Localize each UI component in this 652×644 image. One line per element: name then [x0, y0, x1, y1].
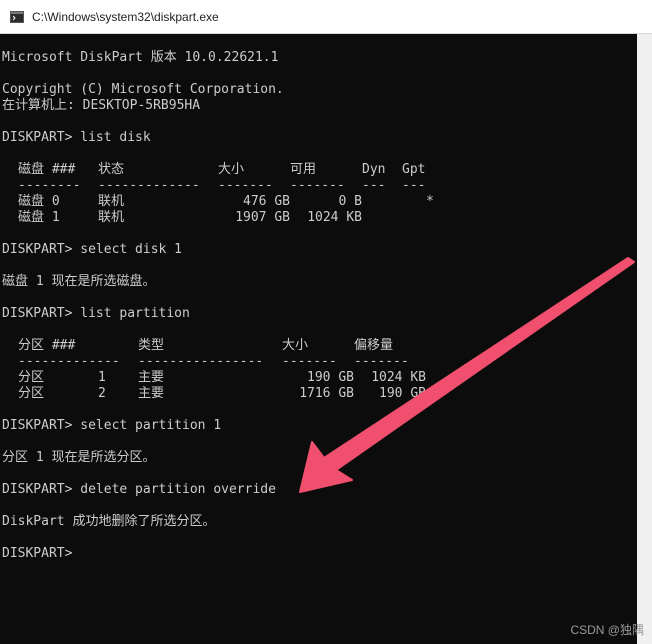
disk-row-status: 联机 [98, 210, 125, 225]
command-select-partition: DISKPART> select partition 1 [2, 418, 222, 433]
title-bar[interactable]: C:\Windows\system32\diskpart.exe [0, 0, 652, 34]
version-line: Microsoft DiskPart 版本 10.0.22621.1 [2, 50, 279, 65]
partition-header-size: 大小 [282, 338, 309, 353]
partition-header-offset: 偏移量 [354, 338, 394, 353]
disk-header-free: 可用 [290, 162, 317, 177]
partition-separator: ---------------- [138, 354, 264, 369]
select-disk-result: 磁盘 1 现在是所选磁盘。 [2, 274, 156, 289]
watermark: CSDN @独隅 [570, 623, 644, 637]
disk-header-disk: 磁盘 ### [18, 162, 76, 177]
disk-separator: ------- [290, 178, 345, 193]
disk-header-status: 状态 [98, 162, 125, 177]
vertical-scrollbar[interactable] [637, 34, 652, 644]
copyright-line: Copyright (C) Microsoft Corporation. [2, 82, 284, 97]
disk-row-gpt: * [426, 194, 434, 209]
partition-separator: ------- [282, 354, 337, 369]
partition-row-name: 分区 [18, 386, 45, 401]
partition-separator: ------- [354, 354, 409, 369]
window-title: C:\Windows\system32\diskpart.exe [32, 9, 219, 24]
partition-row-offset: 1024 KB [371, 370, 426, 385]
command-select-disk: DISKPART> select disk 1 [2, 242, 183, 257]
disk-row-name: 磁盘 1 [18, 210, 60, 225]
disk-header-dyn: Dyn [362, 162, 386, 177]
partition-header-name: 分区 ### [18, 338, 76, 353]
disk-row-status: 联机 [98, 194, 125, 209]
command-prompt[interactable]: DISKPART> [2, 546, 72, 562]
disk-row-free: 1024 KB [307, 210, 362, 225]
partition-row-num: 2 [98, 386, 106, 401]
disk-header-size: 大小 [218, 162, 245, 177]
delete-result: DiskPart 成功地删除了所选分区。 [2, 514, 216, 529]
partition-row-type: 主要 [138, 370, 165, 385]
disk-separator: ------- [218, 178, 273, 193]
command-list-disk: DISKPART> list disk [2, 130, 151, 145]
disk-separator: -------- [18, 178, 81, 193]
select-partition-result: 分区 1 现在是所选分区。 [2, 450, 156, 465]
disk-separator: ------------- [98, 178, 200, 193]
partition-header-type: 类型 [138, 338, 165, 353]
disk-separator: --- [362, 178, 386, 193]
disk-row-name: 磁盘 0 [18, 194, 60, 209]
partition-row-size: 1716 GB [299, 386, 354, 401]
console-icon [10, 10, 24, 24]
partition-row-offset: 190 GB [379, 386, 426, 401]
console-output[interactable]: Microsoft DiskPart 版本 10.0.22621.1 Copyr… [0, 34, 637, 644]
partition-separator: ------------- [18, 354, 120, 369]
disk-row-size: 1907 GB [235, 210, 290, 225]
disk-separator: --- [402, 178, 426, 193]
partition-row-type: 主要 [138, 386, 165, 401]
partition-row-num: 1 [98, 370, 106, 385]
disk-header-gpt: Gpt [402, 162, 426, 177]
disk-row-free: 0 B [338, 194, 362, 209]
disk-row-size: 476 GB [243, 194, 290, 209]
partition-row-size: 190 GB [307, 370, 354, 385]
partition-row-name: 分区 [18, 370, 45, 385]
command-list-partition: DISKPART> list partition [2, 306, 190, 321]
computer-line: 在计算机上: DESKTOP-5RB95HA [2, 98, 201, 113]
command-delete-partition: DISKPART> delete partition override [2, 482, 276, 497]
